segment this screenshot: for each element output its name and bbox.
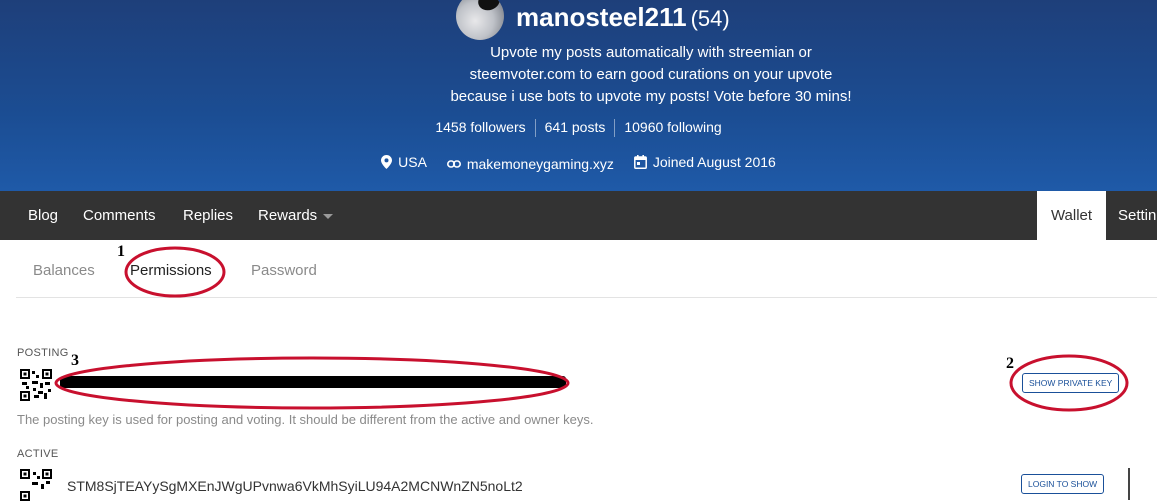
annotation-circle [54, 356, 570, 410]
annotation-circle [1009, 354, 1129, 412]
annotation-overlay [54, 246, 1129, 412]
annotation-number: 1 [117, 243, 125, 260]
annotation-number: 3 [71, 352, 79, 369]
annotation-number: 2 [1006, 355, 1014, 372]
annotation-circle [124, 246, 226, 298]
